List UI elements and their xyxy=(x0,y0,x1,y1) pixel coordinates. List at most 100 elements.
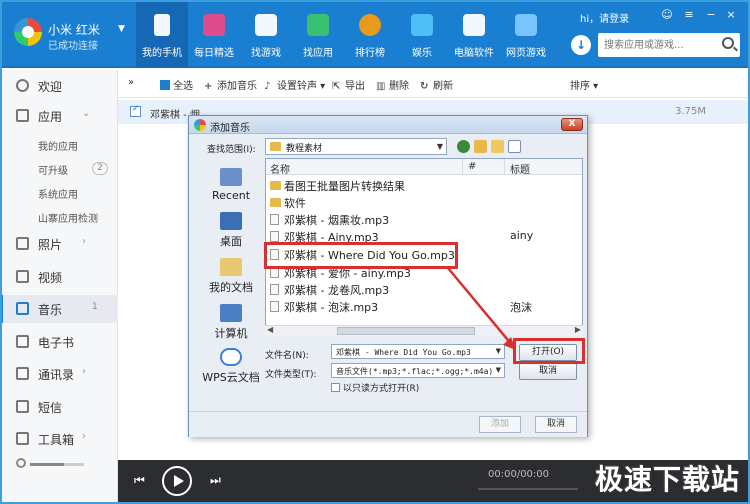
cancel-button[interactable]: 取消 xyxy=(519,363,577,380)
nav-label: 电脑软件 xyxy=(454,48,494,59)
export-button[interactable]: ⇱ 导出 xyxy=(332,77,365,92)
nav-daily-picks[interactable]: 每日精选 xyxy=(188,0,240,68)
file-name: 邓紫棋 - 龙卷风.mp3 xyxy=(284,284,390,297)
nav-ranking[interactable]: 排行榜 xyxy=(344,0,396,68)
set-ringtone-button[interactable]: ♪ 设置铃声 ▾ xyxy=(264,77,325,92)
up-folder-icon[interactable] xyxy=(474,140,487,153)
select-all-label: 全选 xyxy=(173,81,193,92)
app-logo-icon xyxy=(194,119,206,131)
column-title[interactable]: 标题 xyxy=(510,161,530,176)
chevron-down-icon: ▼ xyxy=(436,142,443,151)
user-icon[interactable]: ☺ xyxy=(660,8,674,21)
sidebar-sub-upgradable[interactable]: 可升级 2 xyxy=(38,162,108,177)
folder-icon xyxy=(270,142,281,151)
place-my-documents[interactable]: 我的文档 xyxy=(197,258,265,295)
ebook-icon xyxy=(16,335,29,348)
folder-icon xyxy=(270,198,281,207)
sidebar-sub-system-apps[interactable]: 系统应用 xyxy=(38,186,78,201)
refresh-button[interactable]: ↻ 刷新 xyxy=(420,77,453,92)
previous-icon[interactable]: ⏮ xyxy=(134,473,145,488)
sidebar-item-videos[interactable]: 视频 xyxy=(0,263,118,291)
chevron-down-icon[interactable]: ▼ xyxy=(496,366,501,374)
sidebar-sub-my-apps[interactable]: 我的应用 xyxy=(38,138,78,153)
sidebar-item-contacts[interactable]: 通讯录 › xyxy=(0,360,118,388)
place-wps-cloud[interactable]: WPS云文档 xyxy=(197,348,265,385)
look-in-select[interactable]: 教程素材 ▼ xyxy=(265,138,447,155)
back-icon[interactable] xyxy=(457,140,470,153)
select-all-button[interactable]: 全选 xyxy=(160,77,193,92)
add-music-button[interactable]: + 添加音乐 xyxy=(204,77,257,92)
add-button[interactable]: 添加 xyxy=(479,416,521,433)
nav-my-phone[interactable]: 我的手机 xyxy=(136,0,188,68)
checkbox-icon[interactable] xyxy=(331,383,340,392)
place-desktop[interactable]: 桌面 xyxy=(197,212,265,249)
nav-web-games[interactable]: 网页游戏 xyxy=(500,0,552,68)
login-link[interactable]: hi，请登录 xyxy=(580,10,629,25)
sidebar-item-toolbox[interactable]: 工具箱 › xyxy=(0,425,118,453)
sort-button[interactable]: 排序 ▾ xyxy=(570,77,598,92)
welcome-icon xyxy=(16,79,29,92)
audio-file-icon xyxy=(270,231,279,242)
nav-label: 找应用 xyxy=(303,48,333,59)
footer-cancel-button[interactable]: 取消 xyxy=(535,416,577,433)
list-item[interactable]: 软件 xyxy=(270,194,580,211)
readonly-checkbox[interactable]: 以只读方式打开(R) xyxy=(331,381,419,394)
trash-icon: ▥ xyxy=(376,81,386,92)
nav-find-games[interactable]: 找游戏 xyxy=(240,0,292,68)
scrollbar-thumb[interactable] xyxy=(337,327,475,335)
device-brand[interactable]: 小米 红米 已成功连接 ▼ xyxy=(14,16,132,52)
sidebar-item-label: 短信 xyxy=(38,401,63,415)
list-item[interactable]: 邓紫棋 - 烟熏妆.mp3 xyxy=(270,211,580,228)
nav-find-apps[interactable]: 找应用 xyxy=(292,0,344,68)
file-name-field[interactable]: 邓紫棋 - Where Did You Go.mp3 ▼ xyxy=(331,344,505,359)
place-label: Recent xyxy=(211,189,251,202)
play-button[interactable] xyxy=(162,466,192,496)
scroll-right-icon[interactable]: ▶ xyxy=(575,325,581,334)
sidebar-item-photos[interactable]: 照片 › xyxy=(0,230,118,258)
dialog-close-button[interactable]: X xyxy=(561,118,583,131)
sidebar-item-label: 欢迎 xyxy=(38,80,63,94)
place-computer[interactable]: 计算机 xyxy=(197,304,265,341)
delete-button[interactable]: ▥ 删除 xyxy=(376,77,409,92)
column-name[interactable]: 名称 xyxy=(270,161,290,176)
search-icon[interactable] xyxy=(722,37,734,49)
sidebar-item-sms[interactable]: 短信 xyxy=(0,393,118,421)
download-icon[interactable]: ↓ xyxy=(571,35,591,55)
sidebar-item-ebooks[interactable]: 电子书 xyxy=(0,328,118,356)
nav-label: 我的手机 xyxy=(142,48,182,59)
sidebar-item-label: 电子书 xyxy=(38,336,75,350)
nav-entertainment[interactable]: 娱乐 xyxy=(396,0,448,68)
sidebar-item-apps[interactable]: 应用 ⌄ xyxy=(0,102,118,130)
column-number[interactable]: # xyxy=(468,161,476,172)
close-icon[interactable]: × xyxy=(724,8,738,21)
row-checkbox[interactable] xyxy=(130,104,141,117)
menu-icon[interactable]: ≡ xyxy=(682,8,696,21)
list-item[interactable]: 邓紫棋 - 泡沫.mp3 泡沫 xyxy=(270,298,580,315)
sidebar-item-welcome[interactable]: 欢迎 xyxy=(0,72,118,100)
sidebar-sub-fake-app-check[interactable]: 山寨应用检测 xyxy=(38,210,98,225)
sidebar-item-label: 工具箱 xyxy=(38,433,75,447)
list-item[interactable]: 邓紫棋 - 龙卷风.mp3 xyxy=(270,281,580,298)
place-label: 桌面 xyxy=(220,235,242,248)
search-input[interactable] xyxy=(604,37,714,53)
progress-bar[interactable] xyxy=(478,488,578,490)
chevron-down-icon[interactable]: ▼ xyxy=(118,24,125,34)
look-in-label: 查找范围(I): xyxy=(207,145,256,155)
view-menu-icon[interactable] xyxy=(508,140,521,153)
new-folder-icon[interactable] xyxy=(491,140,504,153)
chevron-down-icon[interactable]: ▼ xyxy=(496,347,501,355)
next-icon[interactable]: ⏭ xyxy=(210,473,221,488)
sidebar-item-music[interactable]: 音乐 1 xyxy=(0,295,118,323)
file-type-select[interactable]: 音乐文件(*.mp3;*.flac;*.ogg;*.m4a) ▼ xyxy=(331,363,505,378)
list-item[interactable]: 看图王批量图片转换结果 xyxy=(270,177,580,194)
file-name-value: 邓紫棋 - Where Did You Go.mp3 xyxy=(336,348,471,357)
audio-file-icon xyxy=(270,284,279,295)
scroll-left-icon[interactable]: ◀ xyxy=(267,325,273,334)
nav-pc-software[interactable]: 电脑软件 xyxy=(448,0,500,68)
upgrade-count-badge: 2 xyxy=(92,162,108,175)
horizontal-scrollbar[interactable]: ◀ ▶ xyxy=(265,325,583,336)
my-documents-icon xyxy=(220,258,242,276)
minimize-icon[interactable]: − xyxy=(704,8,718,21)
collapse-button[interactable]: » xyxy=(128,77,134,88)
place-recent[interactable]: Recent xyxy=(197,168,265,202)
